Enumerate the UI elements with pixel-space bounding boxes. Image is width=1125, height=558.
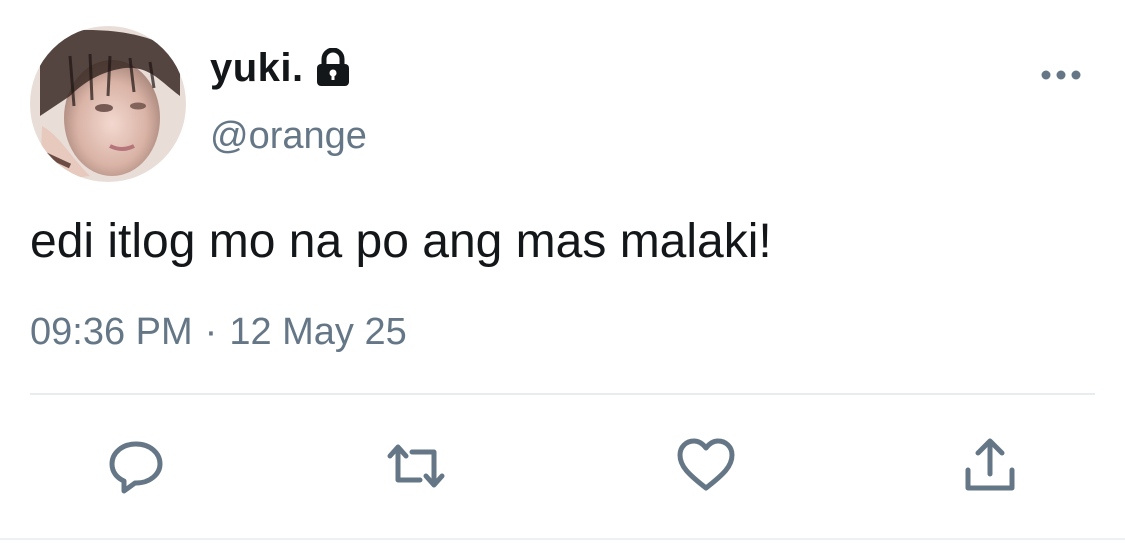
retweet-icon (387, 444, 445, 488)
heart-icon (677, 438, 735, 491)
display-name-row: yuki. (210, 44, 352, 92)
display-name[interactable]: yuki. (210, 44, 304, 92)
more-options-icon[interactable] (1040, 64, 1082, 86)
bottom-divider (0, 538, 1125, 540)
share-button[interactable] (960, 436, 1020, 496)
like-button[interactable] (676, 436, 736, 496)
tweet-text: edi itlog mo na po ang mas malaki! (30, 215, 772, 268)
share-icon (965, 438, 1015, 491)
tweet-time: 09:36 PM (30, 311, 193, 353)
user-handle[interactable]: @orange (210, 112, 367, 160)
lock-icon (314, 47, 352, 88)
tweet-timestamp[interactable]: 09:36 PM · 12 May 25 (30, 308, 407, 356)
retweet-button[interactable] (386, 436, 446, 496)
meta-separator: · (204, 311, 218, 353)
divider (30, 393, 1095, 395)
tweet-date: 12 May 25 (229, 311, 407, 353)
avatar[interactable] (30, 26, 186, 182)
reply-icon (109, 441, 163, 494)
reply-button[interactable] (106, 436, 166, 496)
tweet-card: yuki. @orange edi itlog mo na po ang mas… (0, 0, 1125, 558)
